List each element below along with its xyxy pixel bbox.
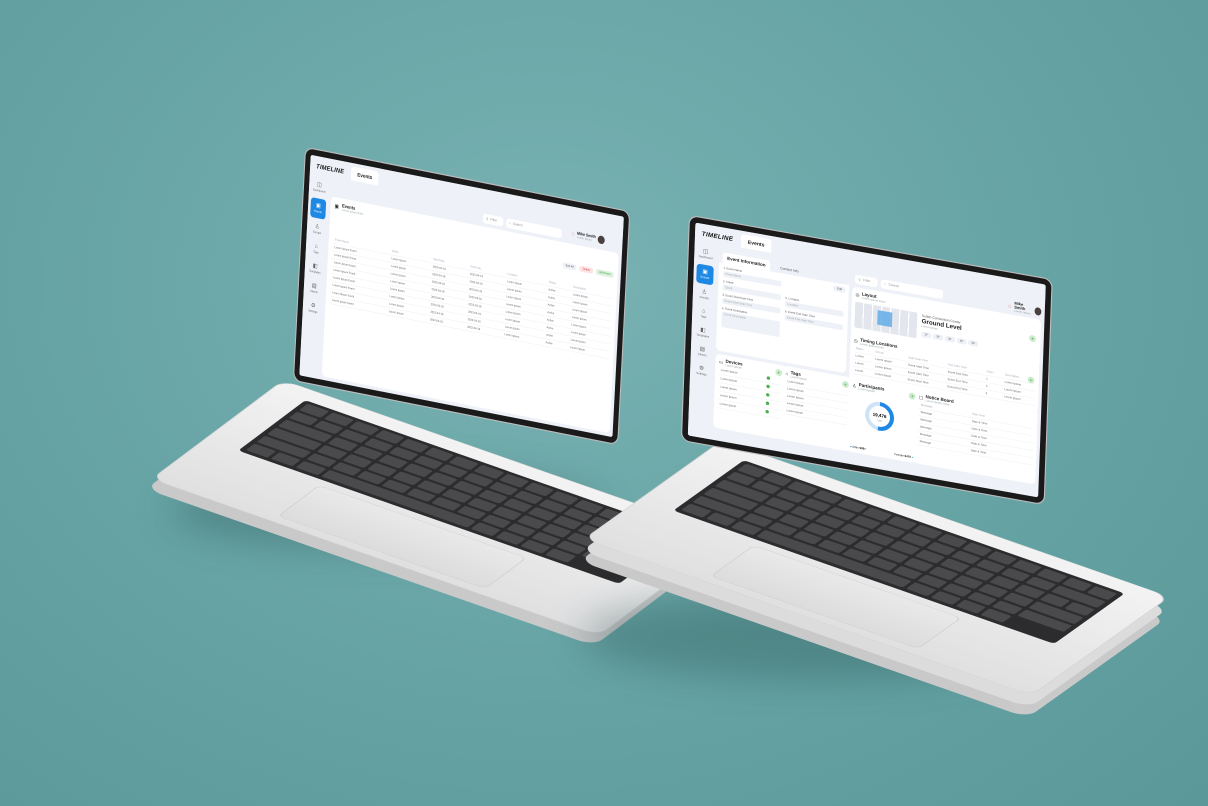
dashboard-icon: ◫ — [316, 181, 322, 189]
devices-card: ▭ Devices Lorem Ipsum + Lorem Ipsum Lorem… — [713, 353, 786, 440]
add-timing-button[interactable]: + — [1027, 376, 1035, 384]
sidebar-item-label: Tags — [313, 250, 319, 255]
calendar-icon: ▣ — [702, 268, 708, 276]
template-icon: ◧ — [700, 326, 706, 334]
status-dot — [766, 376, 771, 381]
level-button[interactable]: 5F — [968, 339, 979, 348]
participants-donut: 19,476 Total — [865, 401, 894, 431]
sort-dropdown[interactable]: Sort All — [562, 262, 577, 271]
client-icon: ▤ — [699, 345, 706, 353]
sidebar-item-label: Groups — [312, 230, 322, 236]
svg-text:Total: Total — [877, 419, 882, 423]
calendar-icon: ▣ — [315, 202, 321, 210]
search-icon: ⌕ — [509, 221, 512, 226]
sidebar-item-label: Templates — [309, 269, 321, 276]
participants-total: 19,476 — [873, 412, 887, 419]
sidebar-item-label: Events — [314, 209, 322, 215]
sidebar-item-label: Dashboard — [312, 188, 326, 194]
filter-icon: ⚲ — [485, 217, 489, 222]
sidebar-item-settings[interactable]: ⚙ Settings — [302, 296, 323, 320]
sidebar-item-label: Events — [700, 275, 710, 281]
client-icon: ▤ — [311, 282, 317, 290]
calendar-icon: ▣ — [334, 202, 340, 210]
search-icon: ⌕ — [884, 282, 887, 286]
gear-icon: ⚙ — [310, 301, 316, 310]
event-information-card: Event Information Contact Info Edit 1. E… — [715, 249, 850, 374]
sidebar-item-events[interactable]: ▣ Events — [696, 263, 714, 286]
level-button[interactable]: 2F — [932, 333, 944, 341]
sidebar-item-label: Templates — [696, 333, 710, 339]
sidebar-item-events[interactable]: ▣ Events — [310, 197, 327, 220]
sidebar-item-dashboard[interactable]: ◫ Dashboard — [309, 176, 330, 200]
clock-icon: ◷ — [853, 338, 858, 344]
status-dot — [765, 409, 770, 414]
app-logo: TIMELINE — [316, 162, 345, 176]
notification-icon[interactable]: ♢ — [1007, 303, 1012, 310]
level-button[interactable]: 1F — [921, 331, 932, 339]
message-icon: ▢ — [918, 394, 924, 401]
group-icon: ♙ — [314, 223, 320, 231]
sidebar-item-label: Dashboard — [698, 254, 713, 261]
device-icon: ▭ — [718, 359, 724, 365]
status-dot — [766, 384, 771, 389]
tab-events[interactable]: Events — [740, 234, 772, 253]
level-button[interactable]: 3F — [944, 335, 955, 343]
app-logo: TIMELINE — [701, 230, 734, 243]
status-dot — [765, 401, 770, 406]
gear-icon: ⚙ — [698, 364, 705, 372]
tab-events[interactable]: Events — [350, 166, 379, 186]
status-dot — [766, 392, 770, 397]
tag-icon: ⌂ — [701, 307, 706, 315]
layout-icon: ◎ — [855, 292, 860, 298]
delete-button[interactable]: Delete — [579, 265, 594, 274]
filter-button[interactable]: ⚲ Filter — [854, 274, 878, 288]
participants-icon: ♙ — [852, 382, 857, 389]
avatar — [597, 235, 605, 245]
notification-icon[interactable]: ♢ — [571, 231, 575, 238]
filter-button[interactable]: ⚲ Filter — [482, 213, 504, 227]
tag-icon: ⌂ — [785, 371, 789, 377]
group-icon: ♙ — [701, 288, 707, 296]
female-legend: Female 9479 ● — [894, 452, 913, 460]
avatar — [1034, 306, 1042, 316]
add-event-button[interactable]: Add Event — [595, 268, 614, 279]
filter-icon: ⚲ — [858, 278, 861, 283]
sidebar-item-dashboard[interactable]: ◫ Dashboard — [694, 243, 717, 266]
template-icon: ◧ — [312, 262, 318, 270]
dashboard-icon: ◫ — [702, 248, 709, 256]
tags-card: ⌂ Tags Lorem Ipsum + Lorem Ipsum Lorem Ip… — [779, 365, 853, 452]
sidebar-item-label: Clients — [697, 352, 707, 358]
sidebar-item-settings[interactable]: ⚙ Settings — [690, 359, 713, 382]
sidebar-item-label: Settings — [308, 309, 318, 315]
male-legend: ● Male 9997 — [850, 444, 866, 452]
left-laptop-screen: TIMELINE Events ◫ Dashboard ▣ Events ♙ Groups… — [294, 148, 630, 444]
sidebar-item-label: Settings — [696, 371, 707, 377]
sidebar-item-label: Groups — [699, 295, 709, 301]
level-button[interactable]: 4F — [956, 337, 967, 345]
sidebar-item-label: Clients — [309, 289, 318, 295]
participants-card: ♙ Participants Lorem Ipsum + 19,476 Tota… — [846, 377, 920, 464]
tag-icon: ⌂ — [314, 242, 318, 250]
add-layout-button[interactable]: + — [1028, 334, 1036, 343]
sidebar-item-label: Tags — [700, 314, 707, 320]
